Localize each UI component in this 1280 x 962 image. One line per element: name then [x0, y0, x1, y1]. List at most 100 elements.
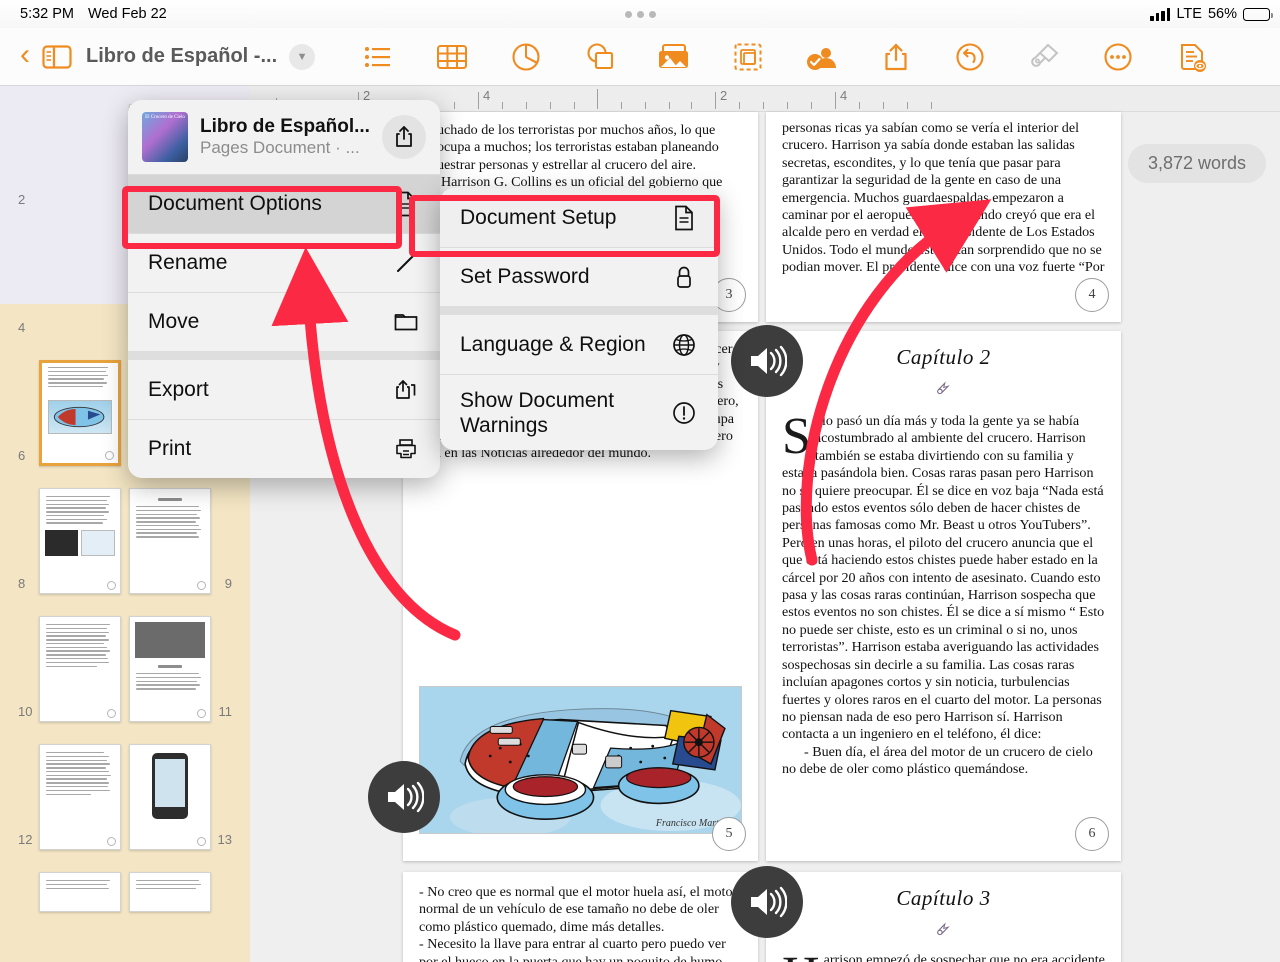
thumbnail-row: 10 11: [0, 616, 250, 722]
document-thumbnail: El Crucero de Cielo: [142, 112, 188, 162]
chapter-ornament: 🜸: [936, 923, 951, 939]
status-time: 5:32 PM: [20, 6, 74, 22]
menu-item-document-options[interactable]: Document Options: [128, 174, 440, 233]
document-options-submenu[interactable]: Document Setup Set Password Language & R…: [440, 188, 718, 450]
page-thumbnail-selected[interactable]: [39, 360, 121, 466]
thumbnail-page-number: 4: [18, 320, 26, 335]
chapter-ornament: 🜸: [936, 382, 951, 398]
page[interactable]: Capítulo 3 🜸 Harrison empezó de sospecha…: [731, 866, 1121, 962]
page-body-text: Harrison empezó de sospechar que no era …: [766, 950, 1121, 962]
page-thumbnail[interactable]: [39, 488, 121, 594]
page-thumbnail[interactable]: [39, 616, 121, 722]
thumbnail-row: [0, 872, 250, 912]
status-date: Wed Feb 22: [88, 6, 167, 22]
list-icon[interactable]: [341, 32, 415, 82]
audio-playback-button[interactable]: [731, 325, 803, 397]
app-toolbar: ‹ Libro de Español -... ▼: [0, 28, 1280, 86]
document-view-icon[interactable]: [1155, 32, 1229, 82]
back-button[interactable]: ‹: [14, 39, 42, 74]
page-body-text: - Buen día, el área del motor de un cruc…: [782, 743, 1093, 778]
handle-dot: [624, 10, 632, 18]
page-thumbnail[interactable]: [129, 872, 211, 912]
ruler-number: 4: [483, 88, 491, 103]
thumbnail-page-number: 11: [218, 704, 233, 719]
menu-separator: [440, 306, 718, 315]
status-bar: 5:32 PM Wed Feb 22 LTE 56%: [0, 0, 1280, 28]
menu-item-label: Export: [148, 377, 209, 401]
page-body-text: - No creo que es normal que el motor hue…: [419, 884, 738, 962]
thumbnail-row: 8 9: [0, 488, 250, 594]
chevron-down-icon[interactable]: ▼: [289, 43, 316, 70]
menu-item-document-setup[interactable]: Document Setup: [440, 188, 718, 247]
undo-icon[interactable]: [933, 32, 1007, 82]
collaborate-icon[interactable]: [785, 32, 859, 82]
menu-item-set-password[interactable]: Set Password: [440, 247, 718, 306]
page-thumbnail[interactable]: [39, 744, 121, 850]
menu-item-language-region[interactable]: Language & Region: [440, 315, 718, 374]
page-body-text: personas ricas ya sabían como se vería e…: [782, 120, 1105, 276]
page-illustration[interactable]: Francisco Martínez: [419, 686, 742, 834]
chart-icon[interactable]: [489, 32, 563, 82]
drop-cap: H: [782, 950, 824, 962]
page-body-text-run: arrison empezó de sospechar que no era a…: [823, 952, 1105, 962]
signal-strength-icon: [1150, 7, 1171, 21]
pencil-icon: [392, 252, 420, 274]
menu-item-label: Rename: [148, 251, 228, 274]
drop-cap: S: [782, 408, 811, 465]
page-number-badge: 4: [1075, 278, 1109, 312]
printer-icon: [392, 438, 420, 460]
menu-item-label: Move: [148, 310, 200, 333]
toolbar-icon-group: [341, 32, 1229, 82]
share-icon[interactable]: [859, 32, 933, 82]
page-body-text: Sólo pasó un día más y toda la gente ya …: [766, 411, 1121, 744]
document-title[interactable]: Libro de Español -...: [86, 45, 277, 68]
handle-dot: [648, 10, 656, 18]
ipad-pages-screen: 5:32 PM Wed Feb 22 LTE 56% ‹ Libro de Es…: [0, 0, 1280, 962]
page-thumbnail[interactable]: [129, 744, 211, 850]
page-number-badge: 5: [712, 817, 746, 851]
page[interactable]: - No creo que es normal que el motor hue…: [403, 872, 758, 962]
audio-playback-button[interactable]: [368, 761, 440, 833]
document-file-subtitle: Pages Document · ...: [200, 138, 360, 157]
table-icon[interactable]: [415, 32, 489, 82]
page-thumbnail[interactable]: [39, 872, 121, 912]
menu-item-move[interactable]: Move: [128, 292, 440, 351]
menu-item-rename[interactable]: Rename: [128, 233, 440, 292]
export-icon: [392, 378, 420, 402]
page-body-text-run: ólo pasó un día más y toda la gente ya s…: [782, 413, 1105, 743]
thumbnail-page-number: 12: [18, 832, 33, 847]
menu-item-label: Language & Region: [460, 332, 646, 356]
document-menu-popover[interactable]: El Crucero de Cielo Libro de Español... …: [128, 100, 440, 478]
placeholder-icon[interactable]: [711, 32, 785, 82]
menu-item-label: Document Setup: [460, 205, 617, 229]
chapter-title: Capítulo 3: [896, 886, 991, 910]
menu-item-export[interactable]: Export: [128, 360, 440, 419]
page-thumbnail[interactable]: [129, 488, 211, 594]
more-icon[interactable]: [1081, 32, 1155, 82]
menu-item-label: Document Options: [148, 192, 322, 215]
shape-icon[interactable]: [563, 32, 637, 82]
menu-item-print[interactable]: Print: [128, 419, 440, 478]
thumbnail-page-number: 10: [18, 704, 33, 719]
ruler-number: 4: [840, 88, 848, 103]
page-number-badge: 6: [1075, 817, 1109, 851]
page-thumbnail[interactable]: [129, 616, 211, 722]
page[interactable]: personas ricas ya sabían como se vería e…: [766, 112, 1121, 322]
network-type-label: LTE: [1176, 6, 1202, 22]
globe-icon: [670, 333, 698, 357]
share-icon[interactable]: [382, 115, 426, 159]
sidebar-icon[interactable]: [42, 44, 72, 70]
media-icon[interactable]: [637, 32, 711, 82]
battery-icon: [1243, 7, 1274, 21]
multitask-handle[interactable]: [0, 10, 1280, 18]
audio-playback-button[interactable]: [731, 866, 803, 938]
menu-item-label: Set Password: [460, 265, 590, 288]
menu-item-show-document-warnings[interactable]: Show Document Warnings: [440, 374, 718, 450]
lock-icon: [670, 265, 698, 289]
document-file-name: Libro de Español...: [200, 116, 370, 137]
page[interactable]: Capítulo 2 🜸 Sólo pasó un día más y toda…: [731, 325, 1121, 861]
document-icon: [392, 191, 420, 217]
page-spread: - No creo que es normal que el motor hue…: [403, 866, 1121, 962]
format-brush-icon[interactable]: [1007, 32, 1081, 82]
thumbnail-page-number: 13: [217, 832, 232, 847]
